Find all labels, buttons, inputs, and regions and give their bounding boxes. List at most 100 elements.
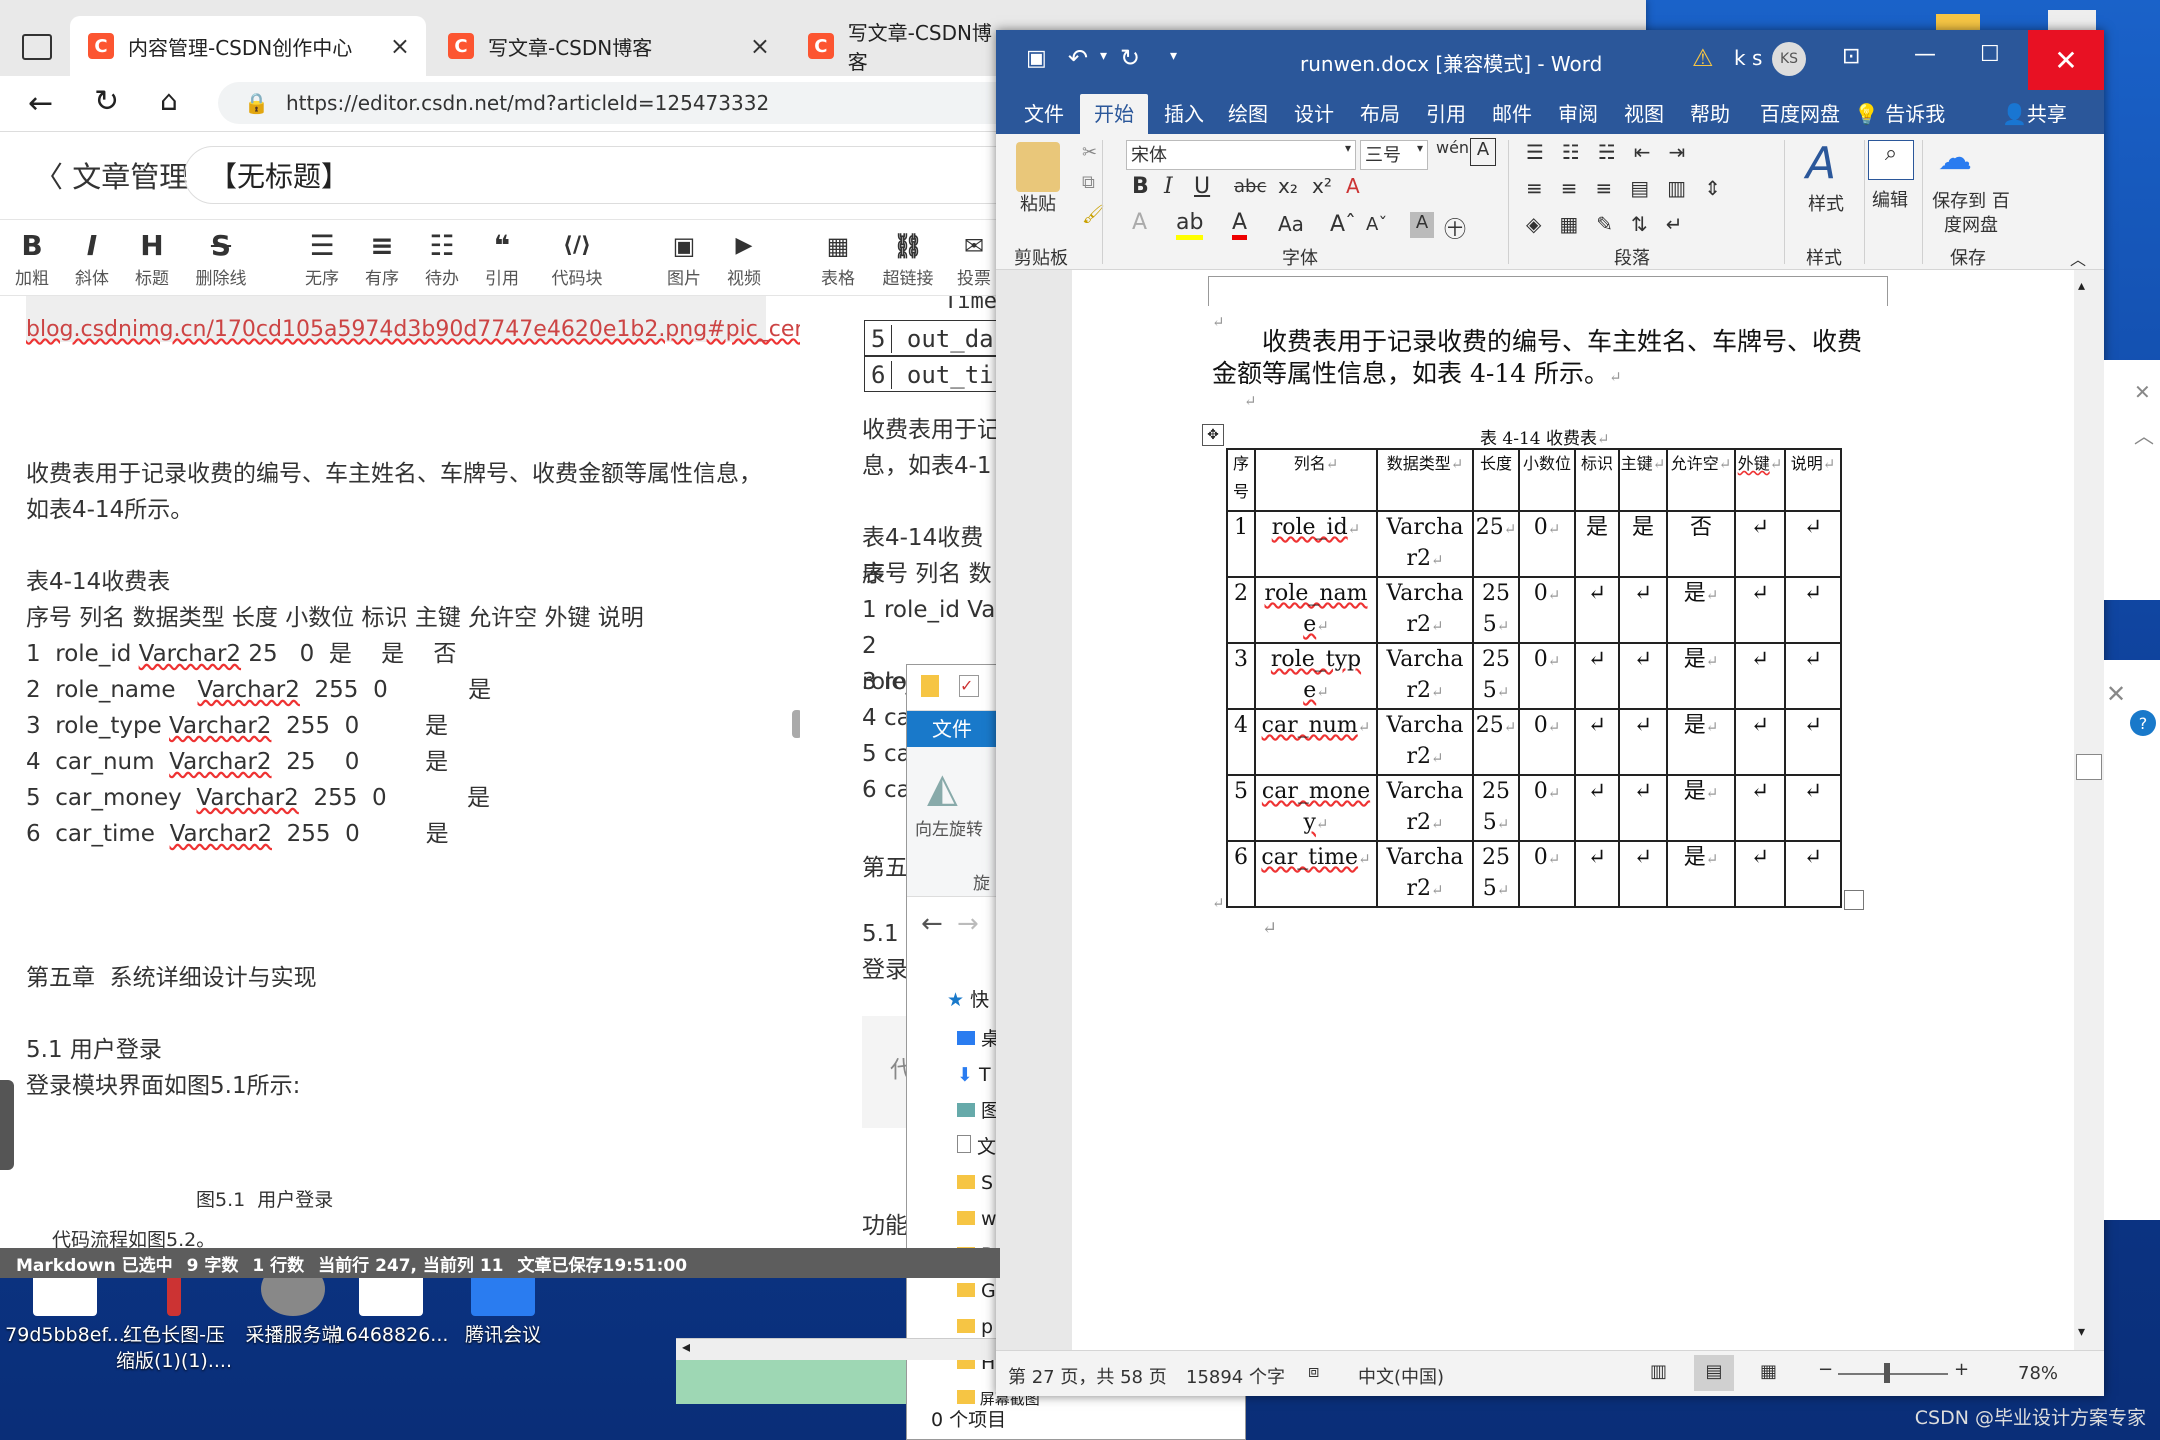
unordered-list-button[interactable]: ☰ 无序 [292, 228, 352, 289]
collapse-ribbon-icon[interactable]: ︿ [2070, 246, 2086, 270]
char-border-icon[interactable]: A [1470, 138, 1496, 166]
code-block-button[interactable]: ⟨/⟩ 代码块 [546, 228, 608, 289]
back-icon[interactable]: ← [921, 909, 943, 939]
redo-icon[interactable]: ↻ [1120, 44, 1140, 72]
table-move-handle[interactable]: ✥ [1202, 424, 1224, 446]
strikethrough-icon[interactable]: abc [1234, 176, 1266, 197]
change-case-icon[interactable]: Aa [1278, 212, 1304, 236]
close-icon[interactable]: × [750, 32, 770, 60]
tab-write-article-2[interactable]: C 写文章-CSDN博客 [790, 16, 1010, 76]
tab-write-article[interactable]: C 写文章-CSDN博客 × [430, 16, 786, 76]
tab-actions-icon[interactable] [22, 34, 52, 60]
grow-font-icon[interactable]: Aˆ [1330, 212, 1356, 237]
shrink-font-icon[interactable]: Aˇ [1366, 214, 1387, 235]
save-to-baidu-button[interactable]: 保存到 百度网盘 [1926, 190, 2016, 238]
vote-button[interactable]: ✉ 投票 [944, 228, 1004, 289]
strikethrough-button[interactable]: S 删除线 [190, 228, 252, 289]
video-button[interactable]: ▶ 视频 [714, 228, 774, 289]
table-button[interactable]: ▦ 表格 [808, 228, 868, 289]
baidu-pan-icon[interactable]: ☁ [1938, 138, 1972, 178]
word-table[interactable]: 序号 列名↵ 数据类型↵ 长度 小数位 标识 主键↵ 允许空↵ 外键↵ 说明↵ … [1226, 448, 1842, 908]
char-shading-icon[interactable]: A [1410, 212, 1434, 238]
align-buttons[interactable]: ≡≡≡▤▥⇕ [1526, 176, 1739, 200]
horizontal-scrollbar[interactable]: ◂ [676, 1337, 996, 1360]
page-count[interactable]: 第 27 页，共 58 页 [1008, 1363, 1167, 1389]
tell-me[interactable]: 💡 告诉我 [1854, 98, 1945, 127]
list-buttons[interactable]: ☰☷☵⇤⇥ [1526, 140, 1703, 164]
chevron-down-icon[interactable]: ▾ [1100, 48, 1107, 64]
superscript-icon[interactable]: x² [1312, 174, 1332, 198]
paste-icon[interactable] [1016, 142, 1060, 192]
zoom-level[interactable]: 78% [2018, 1363, 2058, 1384]
link-button[interactable]: ⛓ 超链接 [876, 228, 940, 289]
warning-icon[interactable]: ⚠ [1692, 44, 1714, 72]
zoom-in-icon[interactable]: + [1954, 1359, 1969, 1380]
highlight-icon[interactable]: ab [1176, 210, 1204, 240]
zoom-out-icon[interactable]: − [1818, 1359, 1833, 1380]
file-menu-tab[interactable]: 文件 [907, 711, 997, 747]
markdown-editor[interactable]: blog.csdnimg.cn/170cd105a5974d3b90d7747e… [0, 296, 848, 1251]
avatar[interactable]: KS [1772, 42, 1806, 76]
menu-layout[interactable]: 布局 [1360, 98, 1400, 127]
menu-home[interactable]: 开始 [1080, 94, 1148, 134]
styles-icon[interactable]: A [1806, 138, 1836, 189]
help-icon[interactable]: ? [2130, 710, 2156, 736]
zoom-slider-thumb[interactable] [1884, 1363, 1890, 1383]
minimize-icon[interactable]: — [1914, 42, 1936, 67]
menu-references[interactable]: 引用 [1426, 98, 1466, 127]
zoom-slider[interactable] [1838, 1373, 1948, 1375]
menu-baidu-pan[interactable]: 百度网盘 [1760, 98, 1840, 127]
text-effect-icon[interactable]: A [1132, 210, 1147, 235]
edit-button[interactable]: 编辑 [1872, 186, 1908, 212]
styles-button[interactable]: 样式 [1808, 190, 1844, 216]
underline-icon[interactable]: U [1194, 174, 1210, 199]
share-button[interactable]: 👤共享 [2002, 98, 2067, 127]
phonetic-icon[interactable]: wén [1436, 138, 1469, 157]
italic-icon[interactable]: I [1164, 174, 1173, 199]
desktop-icon[interactable]: 红色长图-压缩版(1)(1).... [114, 1262, 234, 1374]
heading-button[interactable]: H 标题 [122, 228, 182, 289]
ribbon-display-icon[interactable]: ⊡ [1842, 44, 1860, 69]
font-size-select[interactable]: 三号 ▾ [1360, 140, 1428, 170]
menu-help[interactable]: 帮助 [1690, 98, 1730, 127]
back-to-articles[interactable]: 〈 文章管理 [34, 154, 188, 196]
italic-button[interactable]: I 斜体 [62, 228, 122, 289]
print-layout-icon[interactable]: ▤ [1694, 1355, 1734, 1391]
scroll-thumb[interactable] [2076, 754, 2102, 780]
word-count[interactable]: 15894 个字 [1186, 1363, 1285, 1389]
close-icon[interactable]: × [390, 32, 410, 60]
proofing-icon[interactable]: ⧈ [1308, 1361, 1319, 1382]
undo-icon[interactable]: ↶ [1068, 44, 1088, 72]
subscript-icon[interactable]: x₂ [1278, 174, 1298, 198]
language[interactable]: 中文(中国) [1358, 1363, 1444, 1389]
customize-icon[interactable]: ▾ [1170, 48, 1177, 64]
menu-design[interactable]: 设计 [1294, 98, 1334, 127]
menu-draw[interactable]: 绘图 [1228, 98, 1268, 127]
ordered-list-button[interactable]: ≡ 有序 [352, 228, 412, 289]
menu-view[interactable]: 视图 [1624, 98, 1664, 127]
clear-format-icon[interactable]: A [1346, 174, 1360, 198]
todo-button[interactable]: ☷ 待办 [412, 228, 472, 289]
home-icon[interactable]: ⌂ [160, 84, 178, 117]
image-button[interactable]: ▣ 图片 [654, 228, 714, 289]
copy-icon[interactable]: ⧉ [1082, 172, 1095, 193]
table-resize-handle[interactable] [1844, 890, 1864, 910]
close-icon[interactable]: ✕ [2028, 30, 2104, 90]
read-mode-icon[interactable]: ▥ [1650, 1361, 1667, 1382]
paste-button[interactable]: 粘贴 [1020, 190, 1056, 216]
vertical-scrollbar[interactable]: ▴ ▾ [2074, 270, 2104, 1350]
enclose-char-icon[interactable]: ㊉ [1444, 212, 1466, 244]
font-color-icon[interactable]: A [1232, 210, 1248, 240]
tab-content-manage[interactable]: C 内容管理-CSDN创作中心 × [70, 16, 426, 76]
menu-mailings[interactable]: 邮件 [1492, 98, 1532, 127]
refresh-icon[interactable]: ↻ [94, 84, 119, 119]
cut-icon[interactable]: ✂ [1082, 142, 1097, 163]
search-icon[interactable]: ⌕ [1868, 140, 1914, 180]
save-icon[interactable]: ▣ [1026, 46, 1047, 71]
web-layout-icon[interactable]: ▦ [1760, 1361, 1777, 1382]
font-name-select[interactable]: 宋体 ▾ [1126, 140, 1356, 170]
maximize-icon[interactable]: ☐ [1980, 42, 2000, 67]
quote-button[interactable]: ❝ 引用 [472, 228, 532, 289]
side-handle[interactable] [0, 1080, 14, 1170]
bold-icon[interactable]: B [1132, 174, 1149, 199]
